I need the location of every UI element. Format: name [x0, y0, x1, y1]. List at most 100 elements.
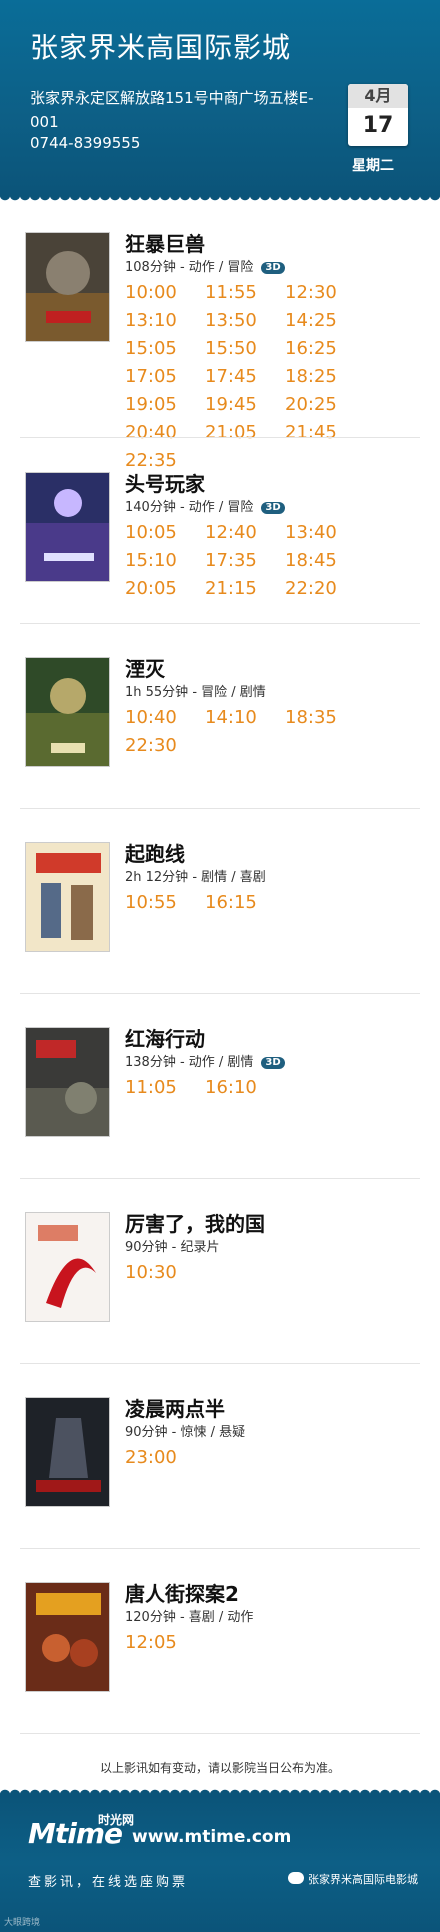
wechat-icon [288, 1872, 304, 1884]
showtime[interactable]: 10:00 [125, 282, 205, 310]
showtime[interactable]: 18:45 [285, 550, 365, 578]
showtime[interactable]: 23:00 [125, 1447, 205, 1475]
showtime[interactable]: 21:45 [285, 422, 365, 450]
showtime[interactable]: 17:45 [205, 366, 285, 394]
movie-poster[interactable] [25, 1397, 110, 1507]
showtime[interactable]: 11:55 [205, 282, 285, 310]
divider [20, 1548, 420, 1549]
showtime[interactable]: 19:45 [205, 394, 285, 422]
showtime[interactable]: 17:35 [205, 550, 285, 578]
movie-meta-text: 1h 55分钟 - 冒险 / 剧情 [125, 685, 266, 700]
showtime[interactable]: 12:30 [285, 282, 365, 310]
header-edge [0, 195, 440, 203]
movie-item[interactable]: 唐人街探案2 120分钟 - 喜剧 / 动作 12:05 [20, 1582, 420, 1734]
movie-meta-text: 2h 12分钟 - 剧情 / 喜剧 [125, 870, 266, 885]
wechat-account-name: 张家界米高国际电影城 [308, 1873, 418, 1886]
showtime[interactable]: 15:10 [125, 550, 205, 578]
movie-title[interactable]: 凌晨两点半 [125, 1393, 225, 1422]
mtime-logo-sub: 时光网 [98, 1813, 135, 1827]
showtimes: 10:00 11:55 12:30 13:10 13:50 14:25 15:0… [125, 282, 425, 478]
showtime[interactable]: 11:05 [125, 1077, 205, 1105]
showtime[interactable]: 16:15 [205, 892, 285, 920]
showtime[interactable]: 18:25 [285, 366, 365, 394]
movie-item[interactable]: 厉害了，我的国 90分钟 - 纪录片 10:30 [20, 1212, 420, 1364]
divider [20, 623, 420, 624]
divider [20, 1178, 420, 1179]
showtime[interactable]: 17:05 [125, 366, 205, 394]
movie-meta: 2h 12分钟 - 剧情 / 喜剧 [125, 866, 266, 885]
footer-slogan: 查影讯，在线选座购票 [28, 1875, 189, 1890]
showtime[interactable]: 10:05 [125, 522, 205, 550]
calendar-icon: 4月 17 [348, 84, 408, 146]
movie-item[interactable]: 红海行动 138分钟 - 动作 / 剧情 3D 11:05 16:10 [20, 1027, 420, 1179]
movie-item[interactable]: 狂暴巨兽 108分钟 - 动作 / 冒险 3D 10:00 11:55 12:30… [20, 232, 420, 471]
movie-title[interactable]: 起跑线 [125, 838, 185, 867]
showtimes: 10:30 [125, 1262, 425, 1290]
showtimes: 10:05 12:40 13:40 15:10 17:35 18:45 20:0… [125, 522, 425, 606]
movie-poster[interactable] [25, 1582, 110, 1692]
showtime[interactable]: 19:05 [125, 394, 205, 422]
movie-meta: 90分钟 - 纪录片 [125, 1236, 220, 1255]
showtime[interactable]: 20:40 [125, 422, 205, 450]
showtime[interactable]: 12:40 [205, 522, 285, 550]
movie-item[interactable]: 湮灭 1h 55分钟 - 冒险 / 剧情 10:40 14:10 18:35 2… [20, 657, 420, 809]
showtimes: 12:05 [125, 1632, 425, 1660]
movie-poster[interactable] [25, 1027, 110, 1137]
movie-poster[interactable] [25, 657, 110, 767]
calendar-weekday: 星期二 [352, 158, 394, 174]
showtime[interactable]: 14:10 [205, 707, 285, 735]
showtime[interactable]: 14:25 [285, 310, 365, 338]
showtime[interactable]: 20:25 [285, 394, 365, 422]
movie-title[interactable]: 唐人街探案2 [125, 1578, 239, 1607]
movie-title[interactable]: 红海行动 [125, 1023, 205, 1052]
divider [20, 1733, 420, 1734]
showtime[interactable]: 12:05 [125, 1632, 205, 1660]
schedule-notice: 以上影讯如有变动，请以影院当日公布为准。 [99, 1761, 340, 1775]
movie-poster[interactable] [25, 472, 110, 582]
showtime[interactable]: 22:30 [125, 735, 205, 763]
showtime[interactable]: 18:35 [285, 707, 365, 735]
movie-title[interactable]: 湮灭 [125, 653, 165, 682]
showtime[interactable]: 21:15 [205, 578, 285, 606]
movie-item[interactable]: 凌晨两点半 90分钟 - 惊悚 / 悬疑 23:00 [20, 1397, 420, 1549]
divider [20, 1363, 420, 1364]
movie-poster[interactable] [25, 842, 110, 952]
showtimes: 11:05 16:10 [125, 1077, 425, 1105]
movie-meta-text: 120分钟 - 喜剧 / 动作 [125, 1610, 254, 1625]
movie-poster[interactable] [25, 232, 110, 342]
movie-poster[interactable] [25, 1212, 110, 1322]
showtime[interactable]: 10:55 [125, 892, 205, 920]
movie-title[interactable]: 狂暴巨兽 [125, 228, 205, 257]
mtime-site-link[interactable]: www.mtime.com [132, 1827, 291, 1847]
cinema-header: 张家界米高国际影城 张家界永定区解放路151号中商广场五楼E-001 0744-… [0, 0, 440, 203]
movie-meta: 140分钟 - 动作 / 冒险 3D [125, 496, 285, 515]
showtime[interactable]: 13:50 [205, 310, 285, 338]
badge-3d: 3D [261, 502, 285, 514]
cinema-phone[interactable]: 0744-8399555 [30, 134, 140, 152]
divider [20, 808, 420, 809]
movie-meta: 1h 55分钟 - 冒险 / 剧情 [125, 681, 266, 700]
movie-meta-text: 138分钟 - 动作 / 剧情 [125, 1055, 254, 1070]
movie-item[interactable]: 头号玩家 140分钟 - 动作 / 冒险 3D 10:05 12:40 13:40… [20, 472, 420, 624]
movie-meta: 108分钟 - 动作 / 冒险 3D [125, 256, 285, 275]
badge-3d: 3D [261, 1057, 285, 1069]
movie-item[interactable]: 起跑线 2h 12分钟 - 剧情 / 喜剧 10:55 16:15 [20, 842, 420, 994]
showtime[interactable]: 13:10 [125, 310, 205, 338]
showtime[interactable]: 16:25 [285, 338, 365, 366]
movie-meta-text: 108分钟 - 动作 / 冒险 [125, 260, 254, 275]
movie-title[interactable]: 头号玩家 [125, 468, 205, 497]
footer-edge [0, 1787, 440, 1795]
showtime[interactable]: 21:05 [205, 422, 285, 450]
showtime[interactable]: 10:30 [125, 1262, 205, 1290]
showtime[interactable]: 22:20 [285, 578, 365, 606]
showtimes: 23:00 [125, 1447, 425, 1475]
divider [20, 993, 420, 994]
movie-meta-text: 90分钟 - 纪录片 [125, 1240, 220, 1255]
showtime[interactable]: 10:40 [125, 707, 205, 735]
showtime[interactable]: 15:50 [205, 338, 285, 366]
showtime[interactable]: 20:05 [125, 578, 205, 606]
movie-title[interactable]: 厉害了，我的国 [125, 1208, 265, 1237]
showtime[interactable]: 15:05 [125, 338, 205, 366]
showtime[interactable]: 13:40 [285, 522, 365, 550]
showtime[interactable]: 16:10 [205, 1077, 285, 1105]
